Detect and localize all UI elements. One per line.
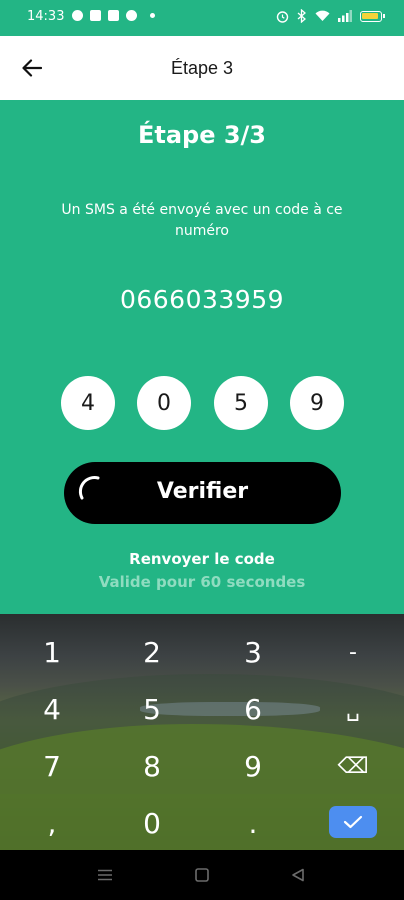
verify-button[interactable]: Verifier: [64, 462, 341, 524]
key-comma[interactable]: ,: [17, 798, 87, 848]
key-space[interactable]: ␣: [318, 684, 388, 734]
key-4[interactable]: 4: [17, 684, 87, 734]
menu-icon: [98, 869, 112, 881]
triangle-back-icon: [292, 868, 304, 882]
app-bar: Étape 3: [0, 36, 404, 100]
nav-back-button[interactable]: [288, 865, 308, 885]
numeric-keyboard: 1 2 3 - 4 5 6 ␣ 7 8 9 ⌫ , 0 .: [0, 614, 404, 850]
square-icon: [195, 868, 209, 882]
checkmark-icon: [343, 815, 363, 829]
status-bar: 14:33: [0, 0, 404, 36]
key-1[interactable]: 1: [17, 627, 87, 677]
step-title: Étape 3/3: [137, 121, 267, 149]
system-navigation-bar: [0, 850, 404, 900]
status-time: 14:33: [27, 9, 65, 24]
status-icons: [276, 9, 385, 23]
code-validity-text: Valide pour 60 secondes: [98, 573, 306, 591]
sms-sent-message: Un SMS a été envoyé avec un code à ce nu…: [61, 202, 343, 239]
otp-digit-4[interactable]: 9: [290, 376, 344, 430]
key-9[interactable]: 9: [218, 741, 288, 791]
battery-icon: [360, 10, 385, 22]
otp-digit-3[interactable]: 5: [214, 376, 268, 430]
done-key[interactable]: [329, 806, 377, 838]
key-7[interactable]: 7: [17, 741, 87, 791]
app-notification-icon: [72, 10, 83, 21]
home-button[interactable]: [192, 865, 212, 885]
key-2[interactable]: 2: [117, 627, 187, 677]
alarm-icon: [276, 10, 289, 23]
key-period[interactable]: .: [218, 798, 288, 848]
notification-icons: [72, 10, 155, 21]
bluetooth-icon: [297, 9, 306, 23]
resend-code-link[interactable]: Renvoyer le code: [0, 550, 404, 568]
app-notification-icon: [126, 10, 137, 21]
recents-button[interactable]: [95, 865, 115, 885]
key-3[interactable]: 3: [218, 627, 288, 677]
wifi-icon: [315, 10, 330, 21]
facebook-icon: [108, 10, 119, 21]
key-5[interactable]: 5: [117, 684, 187, 734]
signal-icon: [338, 10, 352, 22]
otp-digit-2[interactable]: 0: [137, 376, 191, 430]
otp-digit-1[interactable]: 4: [61, 376, 115, 430]
key-0[interactable]: 0: [117, 798, 187, 848]
app-bar-title: Étape 3: [170, 58, 234, 78]
verify-button-label: Verifier: [156, 479, 249, 504]
backspace-key[interactable]: ⌫: [318, 741, 388, 791]
key-minus[interactable]: -: [318, 627, 388, 677]
phone-number: 0666033959: [119, 285, 285, 314]
key-8[interactable]: 8: [117, 741, 187, 791]
app-notification-icon: [90, 10, 101, 21]
more-notifications-dot-icon: [150, 13, 155, 18]
key-6[interactable]: 6: [218, 684, 288, 734]
